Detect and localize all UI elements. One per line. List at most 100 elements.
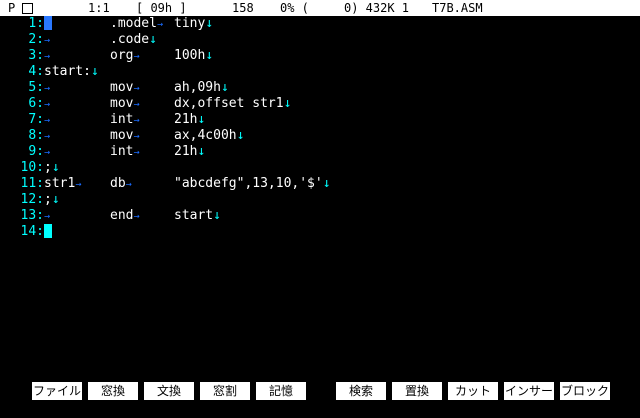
operand-text: 21h xyxy=(174,112,198,127)
operand-text: tiny xyxy=(174,16,206,31)
newline-marker-icon: ↓ xyxy=(51,160,60,175)
percent-indicator: 0% ( xyxy=(280,1,309,15)
opcode-text: mov xyxy=(110,80,134,95)
operand-text: "abcdefg",13,10,'$' xyxy=(174,176,323,191)
mode-box xyxy=(22,0,33,16)
status-bar: P 1:1 [ 09h ] 158 0% ( 0) 432K 1 T7B.ASM xyxy=(0,0,640,16)
code-line[interactable]: 5: → mov→ ah,09h↓ xyxy=(0,80,640,96)
line-number: 6: xyxy=(28,96,44,111)
text-cursor xyxy=(44,224,52,238)
fkey-7-button[interactable]: 置換 xyxy=(392,382,442,400)
tab-marker-icon: → xyxy=(75,179,82,190)
line-number: 2: xyxy=(28,32,44,47)
line-content: → .code↓ xyxy=(44,32,157,49)
fkey-4-button[interactable]: 窓割 xyxy=(200,382,250,400)
tab-marker-icon: → xyxy=(44,51,51,62)
line-number: 9: xyxy=(28,144,44,159)
line-content: .model→ tiny↓ xyxy=(44,16,213,33)
tab-marker-icon: → xyxy=(133,211,140,222)
newline-marker-icon: ↓ xyxy=(322,176,331,191)
tab-marker-icon: → xyxy=(44,211,51,222)
line-content: ;↓ xyxy=(44,160,60,176)
opcode-text: db xyxy=(110,176,126,191)
code-line[interactable]: 10: ;↓ xyxy=(0,160,640,176)
label-text: ; xyxy=(44,192,52,207)
code-line[interactable]: 12: ;↓ xyxy=(0,192,640,208)
tab-marker-icon: → xyxy=(44,115,51,126)
operand-text: start xyxy=(174,208,214,223)
code-line[interactable]: 14: xyxy=(0,224,640,240)
operand-text: ax,4c00h xyxy=(174,128,237,143)
code-line[interactable]: 7: → int→ 21h↓ xyxy=(0,112,640,128)
tab-marker-icon: → xyxy=(133,83,140,94)
line-content: → mov→ ah,09h↓ xyxy=(44,80,229,97)
opcode-text: end xyxy=(110,208,134,223)
fkey-2-button[interactable]: 窓換 xyxy=(88,382,138,400)
char-count: 158 xyxy=(232,1,254,15)
line-number: 14: xyxy=(20,224,44,239)
code-line[interactable]: 1: .model→ tiny↓ xyxy=(0,16,640,32)
newline-marker-icon: ↓ xyxy=(149,32,157,47)
line-number: 13: xyxy=(20,208,44,223)
line-content: → int→ 21h↓ xyxy=(44,144,205,161)
operand-text: 100h xyxy=(174,48,206,63)
line-content: → mov→ dx,offset str1↓ xyxy=(44,96,291,113)
newline-marker-icon: ↓ xyxy=(197,112,206,127)
function-key-bar: ファイル 窓換 文換 窓割 記憶 検索 置換 カット インサート ブロック xyxy=(0,382,640,416)
code-line[interactable]: 11: str1→ db→ "abcdefg",13,10,'$'↓ xyxy=(0,176,640,192)
newline-marker-icon: ↓ xyxy=(51,192,60,207)
line-content: ;↓ xyxy=(44,192,60,208)
newline-marker-icon: ↓ xyxy=(283,96,292,111)
opcode-text: int xyxy=(110,144,134,159)
code-line[interactable]: 3: → org→ 100h↓ xyxy=(0,48,640,64)
editor-area[interactable]: 1: .model→ tiny↓ 2: → .code↓ 3: → org→ 100h↓ 4: sta… xyxy=(0,16,640,380)
tab-marker-icon: → xyxy=(133,147,140,158)
fkey-6-button[interactable]: 検索 xyxy=(336,382,386,400)
cursor-position: 1:1 xyxy=(88,1,110,15)
opcode-text: mov xyxy=(110,128,134,143)
fkey-5-button[interactable]: 記憶 xyxy=(256,382,306,400)
newline-marker-icon: ↓ xyxy=(197,144,206,159)
line-number: 4: xyxy=(28,64,44,79)
code-line[interactable]: 13: → end→ start↓ xyxy=(0,208,640,224)
code-line[interactable]: 2: → .code↓ xyxy=(0,32,640,48)
line-number: 11: xyxy=(20,176,44,191)
code-line[interactable]: 6: → mov→ dx,offset str1↓ xyxy=(0,96,640,112)
tab-marker-icon: → xyxy=(133,51,140,62)
label-text: start: xyxy=(44,64,91,79)
label-text: str1 xyxy=(44,176,76,191)
operand-text: 21h xyxy=(174,144,198,159)
tab-marker-icon: → xyxy=(133,99,140,110)
opcode-text: mov xyxy=(110,96,134,111)
tab-marker-icon: → xyxy=(44,99,51,110)
line-content xyxy=(44,224,52,241)
opcode-text: .model xyxy=(110,16,157,31)
tab-marker-icon: → xyxy=(44,35,51,46)
line-number: 7: xyxy=(28,112,44,127)
line-content: → org→ 100h↓ xyxy=(44,48,213,65)
line-number: 3: xyxy=(28,48,44,63)
line-number: 5: xyxy=(28,80,44,95)
code-line[interactable]: 9: → int→ 21h↓ xyxy=(0,144,640,160)
newline-marker-icon: ↓ xyxy=(90,64,99,79)
tab-marker-icon: → xyxy=(156,19,163,30)
fkey-10-button[interactable]: ブロック xyxy=(560,382,610,400)
line-number: 12: xyxy=(20,192,44,207)
fkey-1-button[interactable]: ファイル xyxy=(32,382,82,400)
operand-text: ah,09h xyxy=(174,80,221,95)
newline-marker-icon: ↓ xyxy=(236,128,245,143)
tab-marker-icon: → xyxy=(44,131,51,142)
code-line[interactable]: 4: start:↓ xyxy=(0,64,640,80)
fkey-9-button[interactable]: インサート xyxy=(504,382,554,416)
opcode-text: org xyxy=(110,48,134,63)
tab-marker-icon: → xyxy=(133,115,140,126)
opcode-text: int xyxy=(110,112,134,127)
newline-marker-icon: ↓ xyxy=(213,208,221,223)
line-number: 10: xyxy=(20,160,44,175)
code-line[interactable]: 8: → mov→ ax,4c00h↓ xyxy=(0,128,640,144)
newline-marker-icon: ↓ xyxy=(220,80,229,95)
memory-indicator: 0) 432K 1 xyxy=(344,1,410,15)
fkey-8-button[interactable]: カット xyxy=(448,382,498,400)
fkey-3-button[interactable]: 文換 xyxy=(144,382,194,400)
tab-marker-icon: → xyxy=(44,147,51,158)
